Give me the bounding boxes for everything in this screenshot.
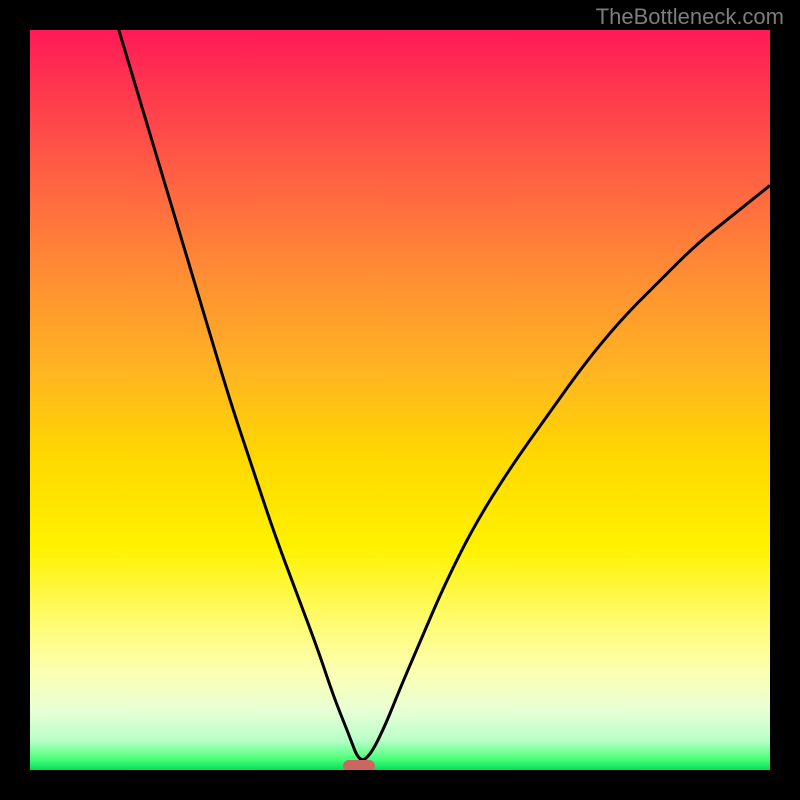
curve-layer <box>30 30 770 770</box>
bottleneck-curve <box>119 30 770 760</box>
minimum-marker <box>343 760 375 770</box>
watermark-text: TheBottleneck.com <box>596 4 784 30</box>
chart-frame: TheBottleneck.com <box>0 0 800 800</box>
plot-area <box>30 30 770 770</box>
